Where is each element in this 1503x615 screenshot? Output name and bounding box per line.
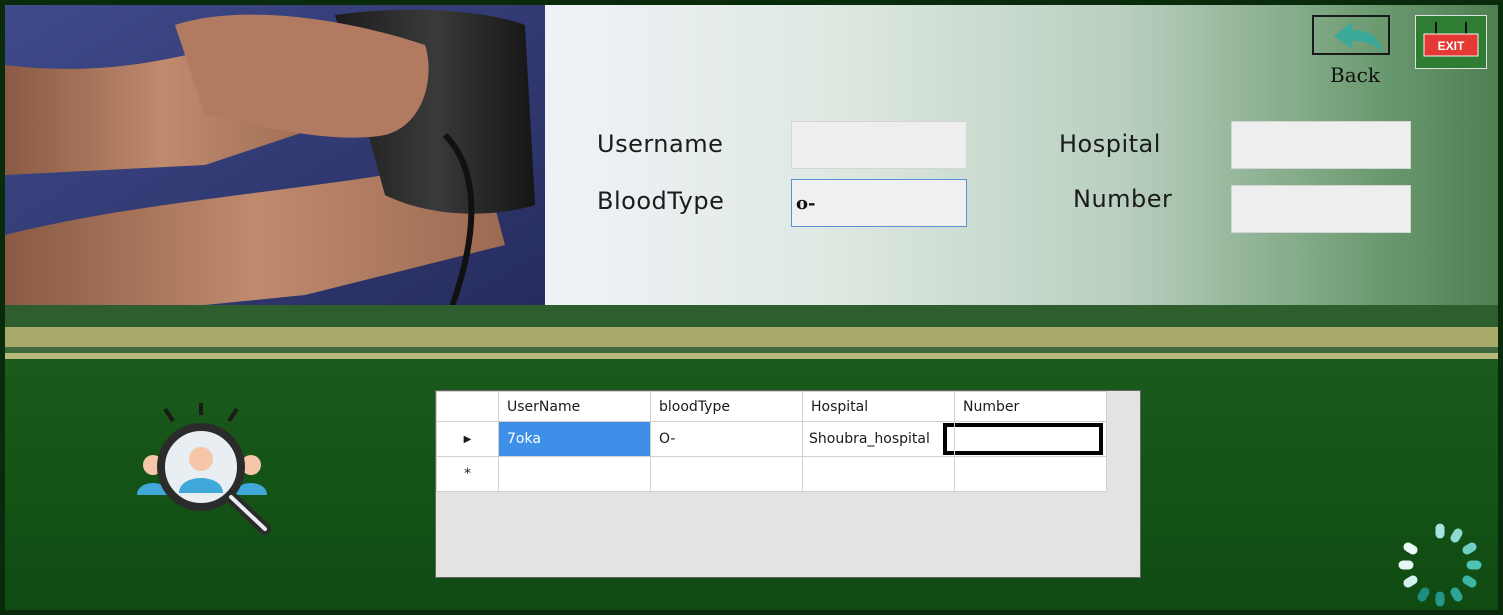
hospital-input[interactable] bbox=[1231, 121, 1411, 169]
column-header-username[interactable]: UserName bbox=[498, 391, 651, 422]
username-label: Username bbox=[597, 130, 724, 158]
new-cell-username[interactable] bbox=[498, 456, 651, 492]
table-row[interactable]: ▶ 7oka O- Shoubra_hospital bbox=[436, 421, 1107, 457]
number-input[interactable] bbox=[1231, 185, 1411, 233]
blood-pressure-photo bbox=[5, 5, 545, 305]
cell-number-editor[interactable] bbox=[943, 423, 1103, 455]
bloodtype-input[interactable] bbox=[791, 179, 967, 227]
grid-corner-header bbox=[436, 391, 499, 422]
grid-header-row: UserName bloodType Hospital Number bbox=[436, 391, 1107, 422]
column-header-hospital[interactable]: Hospital bbox=[802, 391, 955, 422]
decorative-stripes bbox=[5, 305, 1498, 365]
new-row[interactable]: * bbox=[436, 456, 1107, 492]
username-input[interactable] bbox=[791, 121, 967, 169]
cell-username[interactable]: 7oka bbox=[498, 421, 651, 457]
back-arrow-icon bbox=[1334, 22, 1382, 52]
cell-number[interactable] bbox=[943, 421, 1107, 457]
new-cell-number[interactable] bbox=[954, 456, 1107, 492]
bloodtype-label: BloodType bbox=[597, 187, 725, 215]
column-header-bloodtype[interactable]: bloodType bbox=[650, 391, 803, 422]
user-search-icon bbox=[137, 403, 271, 535]
new-row-indicator[interactable]: * bbox=[436, 456, 499, 492]
grid-table: UserName bloodType Hospital Number ▶ 7ok… bbox=[436, 391, 1107, 492]
number-label: Number bbox=[1073, 185, 1173, 213]
exit-button[interactable]: EXIT bbox=[1415, 15, 1487, 69]
users-data-grid[interactable]: UserName bloodType Hospital Number ▶ 7ok… bbox=[435, 390, 1141, 578]
app-window: Username BloodType Hospital Number Back … bbox=[0, 0, 1503, 615]
exit-sign-icon: EXIT bbox=[1423, 22, 1479, 57]
header-banner: Username BloodType Hospital Number Back … bbox=[5, 5, 1498, 305]
cell-bloodtype[interactable]: O- bbox=[650, 421, 803, 457]
hospital-label: Hospital bbox=[1059, 130, 1161, 158]
column-header-number[interactable]: Number bbox=[954, 391, 1107, 422]
back-label: Back bbox=[1330, 63, 1380, 87]
cell-hospital[interactable]: Shoubra_hospital bbox=[802, 421, 955, 457]
loading-spinner-icon bbox=[1398, 523, 1482, 607]
exit-label: EXIT bbox=[1438, 39, 1465, 53]
back-button[interactable] bbox=[1312, 15, 1390, 55]
new-cell-bloodtype[interactable] bbox=[650, 456, 803, 492]
new-cell-hospital[interactable] bbox=[802, 456, 955, 492]
current-row-indicator[interactable]: ▶ bbox=[436, 421, 499, 457]
